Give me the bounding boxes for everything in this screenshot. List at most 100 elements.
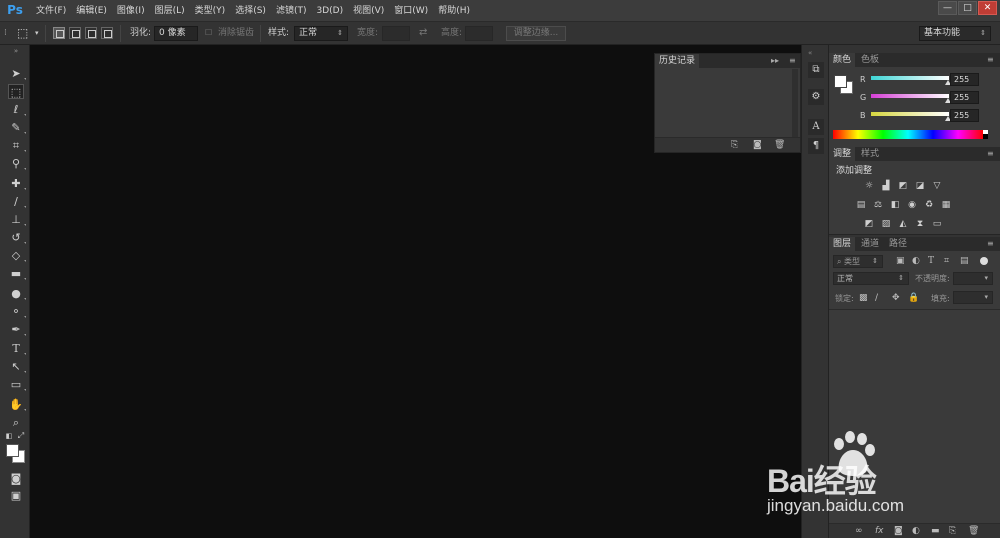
- height-input[interactable]: [465, 26, 493, 41]
- collapse-icon[interactable]: «: [808, 49, 812, 57]
- levels-icon[interactable]: ▟: [880, 181, 892, 192]
- style-select[interactable]: 正常 ⇕: [294, 26, 348, 41]
- invert-icon[interactable]: ◩: [863, 219, 875, 230]
- history-brush-tool-icon[interactable]: ↺: [8, 230, 26, 245]
- tab-history[interactable]: 历史记录: [655, 54, 700, 68]
- filter-shape-icon[interactable]: ⌗: [944, 256, 949, 266]
- menu-filter[interactable]: 滤镜(T): [271, 0, 312, 22]
- screen-mode-icon[interactable]: ▣: [8, 488, 24, 503]
- gradient-map-icon[interactable]: ▭: [931, 219, 943, 230]
- maximize-button[interactable]: □: [958, 1, 977, 15]
- healing-brush-tool-icon[interactable]: ✚: [8, 176, 26, 191]
- collapse-arrows-icon[interactable]: ▸▸: [771, 56, 779, 65]
- menu-3d[interactable]: 3D(D): [311, 0, 348, 22]
- new-selection-button[interactable]: [53, 27, 65, 39]
- intersect-selection-button[interactable]: [101, 27, 113, 39]
- eyedropper-tool-icon[interactable]: ⚲: [8, 156, 26, 171]
- marquee-tool-icon[interactable]: ⬚: [8, 84, 24, 99]
- menu-select[interactable]: 选择(S): [230, 0, 271, 22]
- shape-tool-icon[interactable]: ▭: [8, 377, 26, 392]
- menu-type[interactable]: 类型(Y): [190, 0, 231, 22]
- tab-channels[interactable]: 通道: [857, 237, 883, 251]
- vibrance-icon[interactable]: ▽: [931, 181, 943, 192]
- green-value-input[interactable]: 255: [950, 91, 979, 104]
- filter-toggle-icon[interactable]: [980, 257, 988, 265]
- lasso-tool-icon[interactable]: ℓ: [8, 102, 26, 117]
- type-tool-icon[interactable]: T: [8, 341, 26, 356]
- brightness-icon[interactable]: ☼: [863, 181, 875, 192]
- eraser-tool-icon[interactable]: ◇: [8, 248, 26, 263]
- antialias-checkbox-icon[interactable]: ☐: [205, 26, 212, 40]
- blend-mode-select[interactable]: 正常 ⇕: [833, 272, 909, 285]
- hand-tool-icon[interactable]: ✋: [8, 397, 26, 412]
- brush-tool-icon[interactable]: ∕: [8, 194, 26, 209]
- history-scrollbar[interactable]: [792, 69, 798, 138]
- tab-styles[interactable]: 样式: [857, 147, 883, 161]
- new-document-from-state-icon[interactable]: ⎘: [731, 140, 738, 150]
- lock-position-icon[interactable]: ✥: [892, 293, 900, 303]
- marquee-preset-icon[interactable]: ⬚: [17, 26, 28, 40]
- exposure-icon[interactable]: ◪: [914, 181, 926, 192]
- selective-color-icon[interactable]: ⧗: [914, 219, 926, 230]
- chevron-down-icon[interactable]: ▾: [35, 26, 39, 40]
- red-slider[interactable]: [871, 76, 949, 80]
- menu-image[interactable]: 图像(I): [112, 0, 150, 22]
- stamp-tool-icon[interactable]: ⊥: [8, 212, 26, 227]
- width-input[interactable]: [382, 26, 410, 41]
- lock-pixels-icon[interactable]: ∕: [875, 293, 878, 303]
- hue-saturation-icon[interactable]: ▤: [855, 200, 867, 211]
- swap-colors-icon[interactable]: ⤢: [16, 431, 26, 441]
- red-value-input[interactable]: 255: [950, 73, 979, 86]
- history-panel-icon[interactable]: ⧉: [808, 62, 824, 78]
- lock-transparency-icon[interactable]: ▩: [859, 293, 868, 303]
- paragraph-panel-icon[interactable]: ¶: [808, 138, 824, 154]
- black-white-icon[interactable]: ◧: [889, 200, 901, 211]
- gradient-tool-icon[interactable]: ▬: [8, 266, 26, 281]
- properties-panel-icon[interactable]: ⚙: [808, 89, 824, 105]
- panel-menu-icon[interactable]: ≡: [987, 239, 994, 248]
- quick-select-tool-icon[interactable]: ✎: [8, 120, 26, 135]
- blue-value-input[interactable]: 255: [950, 109, 979, 122]
- photo-filter-icon[interactable]: ◉: [906, 200, 918, 211]
- menu-file[interactable]: 文件(F): [31, 0, 71, 22]
- panel-menu-icon[interactable]: ≡: [789, 56, 796, 65]
- black-swatch[interactable]: [983, 134, 988, 139]
- collapse-icon[interactable]: »: [8, 47, 24, 55]
- channel-mixer-icon[interactable]: ♻: [923, 200, 935, 211]
- color-spectrum-ramp[interactable]: [833, 130, 983, 139]
- threshold-icon[interactable]: ◭: [897, 219, 909, 230]
- filter-smart-object-icon[interactable]: ▤: [960, 256, 969, 266]
- character-panel-icon[interactable]: A: [808, 119, 824, 135]
- workspace-select[interactable]: 基本功能 ⇕: [919, 26, 991, 41]
- quick-mask-icon[interactable]: ◙: [8, 471, 24, 486]
- path-select-tool-icon[interactable]: ↖: [8, 359, 26, 374]
- add-selection-button[interactable]: [69, 27, 81, 39]
- panel-menu-icon[interactable]: ≡: [987, 55, 994, 64]
- zoom-tool-icon[interactable]: ⌕: [8, 415, 24, 430]
- foreground-color-swatch[interactable]: [6, 444, 19, 457]
- green-slider[interactable]: [871, 94, 949, 98]
- feather-input[interactable]: 0 像素: [154, 26, 198, 41]
- menu-help[interactable]: 帮助(H): [433, 0, 475, 22]
- foreground-color-swatch[interactable]: [834, 75, 847, 88]
- tab-color[interactable]: 颜色: [829, 53, 856, 67]
- opacity-input[interactable]: ▾: [953, 272, 993, 285]
- color-balance-icon[interactable]: ⚖: [872, 200, 884, 211]
- menu-view[interactable]: 视图(V): [348, 0, 389, 22]
- panel-menu-icon[interactable]: ≡: [987, 149, 994, 158]
- swap-icon[interactable]: ⇄: [419, 26, 427, 40]
- color-lookup-icon[interactable]: ▦: [940, 200, 952, 211]
- trash-icon[interactable]: 🗑: [774, 140, 785, 150]
- filter-adjustment-icon[interactable]: ◐: [912, 256, 920, 266]
- tab-adjustments[interactable]: 调整: [829, 147, 856, 161]
- pen-tool-icon[interactable]: ✒: [8, 322, 26, 337]
- blur-tool-icon[interactable]: ●: [8, 286, 26, 301]
- posterize-icon[interactable]: ▨: [880, 219, 892, 230]
- close-button[interactable]: ✕: [978, 1, 997, 15]
- menu-window[interactable]: 窗口(W): [389, 0, 433, 22]
- fill-input[interactable]: ▾: [953, 291, 993, 304]
- menu-edit[interactable]: 编辑(E): [71, 0, 112, 22]
- tab-swatches[interactable]: 色板: [857, 53, 883, 67]
- refine-edge-button[interactable]: 调整边缘...: [506, 26, 566, 41]
- filter-type-icon[interactable]: T: [928, 256, 934, 266]
